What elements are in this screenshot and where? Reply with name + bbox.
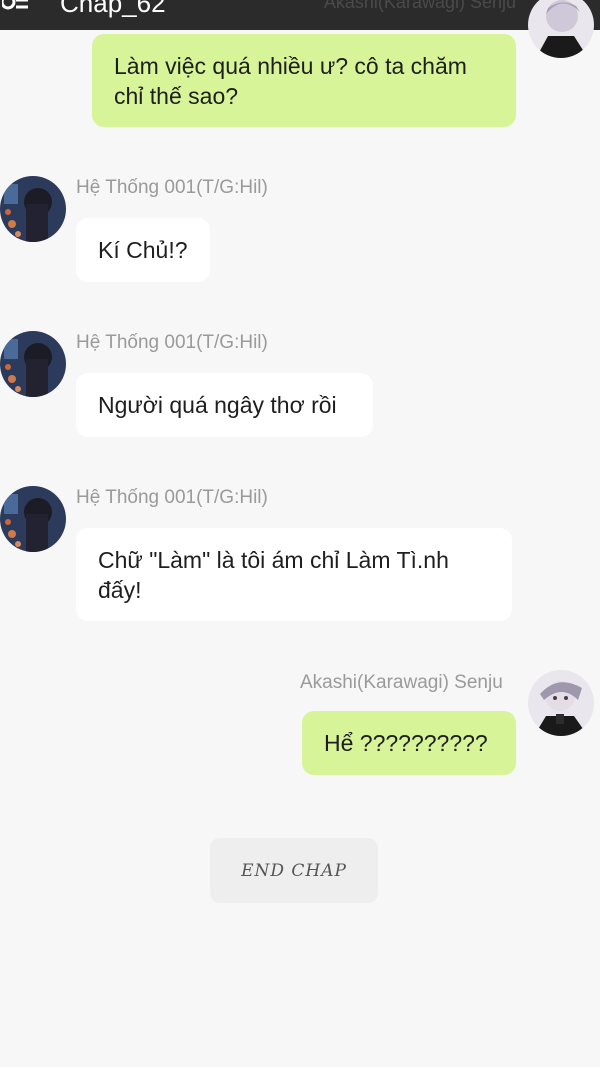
sender-name: Akashi(Karawagi) Senju (300, 672, 503, 693)
avatar-he-thong[interactable] (0, 331, 66, 397)
avatar-he-thong[interactable] (0, 486, 66, 552)
message-text: Chữ "Làm" là tôi ám chỉ Làm Tì.nh đấy! (98, 547, 449, 603)
message-text: Kí Chủ!? (98, 237, 188, 263)
sender-name: Hệ Thống 001(T/G:Hil) (76, 332, 268, 353)
avatar-he-thong[interactable] (0, 176, 66, 242)
message-text: Người quá ngây thơ rồi (98, 392, 337, 418)
message-bubble-left[interactable]: Chữ "Làm" là tôi ám chỉ Làm Tì.nh đấy! (76, 528, 512, 621)
message-text: Hể ?????????? (324, 730, 488, 756)
chat-title: Chap_62 (60, 0, 166, 18)
back-icon[interactable] (2, 0, 30, 14)
message-bubble-right[interactable]: Hể ?????????? (302, 711, 516, 775)
end-chapter-label: END CHAP (210, 838, 378, 903)
cropped-sender-name: Akashi(Karawagi) Senju (323, 0, 516, 12)
message-text: Làm việc quá nhiều ư? cô ta chăm chỉ thế… (114, 53, 467, 109)
top-bar: Chap_62 Akashi(Karawagi) Senju (0, 0, 600, 30)
message-bubble-right[interactable]: Làm việc quá nhiều ư? cô ta chăm chỉ thế… (92, 34, 516, 127)
sender-name: Hệ Thống 001(T/G:Hil) (76, 177, 268, 198)
avatar-akashi[interactable] (528, 670, 594, 736)
message-bubble-left[interactable]: Người quá ngây thơ rồi (76, 373, 373, 437)
sender-name: Hệ Thống 001(T/G:Hil) (76, 487, 268, 508)
message-bubble-left[interactable]: Kí Chủ!? (76, 218, 210, 282)
avatar-akashi[interactable] (528, 0, 594, 58)
